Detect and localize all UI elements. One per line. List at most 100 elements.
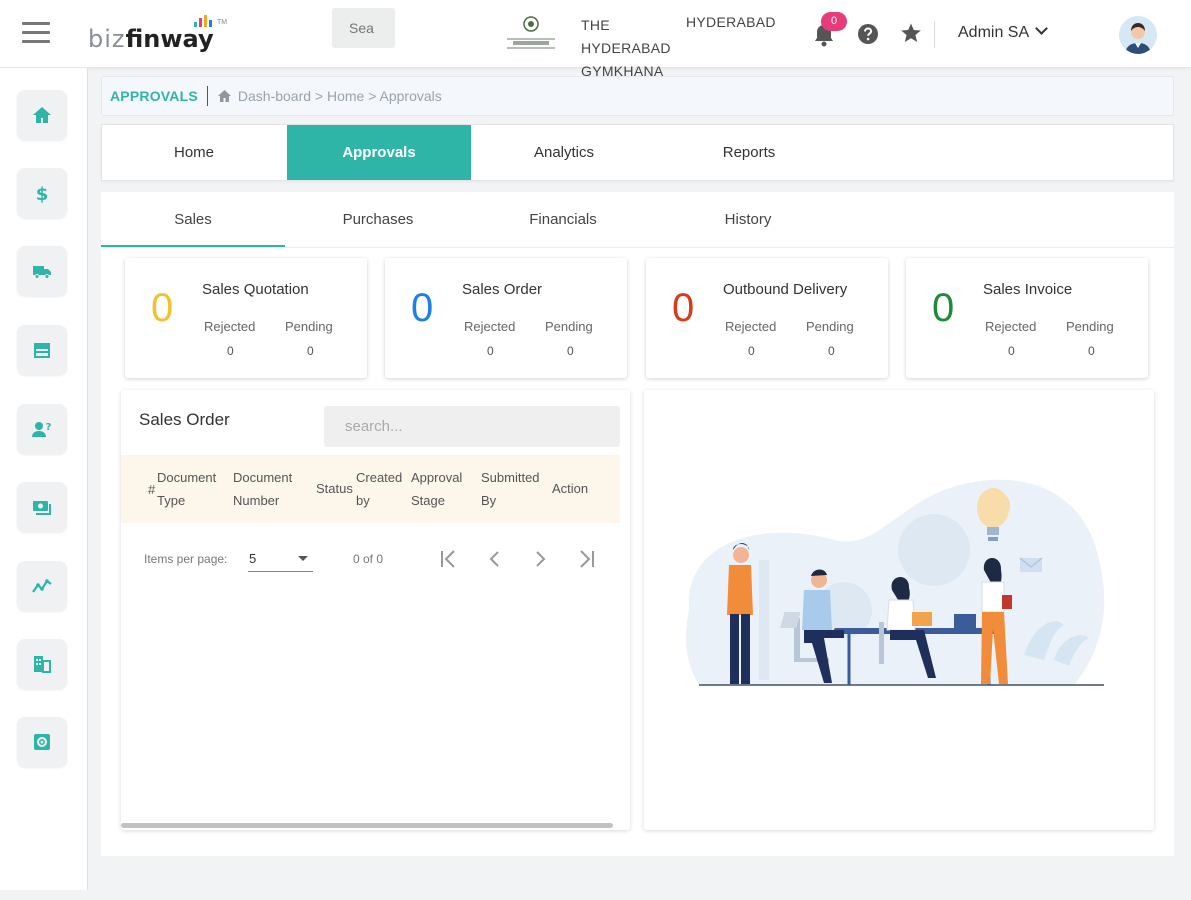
sidebar-item-company[interactable] — [17, 639, 67, 689]
pending-count: 0 — [828, 344, 835, 358]
previous-page-icon[interactable] — [482, 546, 508, 572]
svg-text:?: ? — [46, 422, 52, 433]
header-divider — [934, 21, 935, 48]
user-menu[interactable]: Admin SA — [958, 22, 1049, 42]
column-header-status[interactable]: Status — [316, 477, 353, 500]
club-name-line2: HYDERABAD — [581, 40, 671, 56]
card-count: 0 — [932, 286, 955, 330]
column-header-line2: Stage — [411, 493, 445, 508]
svg-text:$: $ — [36, 184, 49, 204]
tab-history[interactable]: History — [656, 192, 840, 247]
sidebar-item-delivery[interactable] — [17, 246, 67, 296]
items-per-page-label: Items per page: — [144, 552, 228, 566]
tab-reports[interactable]: Reports — [657, 125, 841, 180]
column-header-number[interactable]: # — [148, 478, 155, 501]
card-sales-invoice[interactable]: 0 Sales Invoice Rejected Pending 0 0 — [906, 258, 1148, 378]
sidebar: $ ? — [0, 68, 88, 890]
column-header-submitted-by[interactable]: Submitted By — [481, 466, 540, 512]
breadcrumb: APPROVALS Dash-board > Home > Approvals — [101, 76, 1174, 116]
paginator: Items per page: 5 0 of 0 — [121, 540, 630, 580]
global-search-input[interactable] — [332, 8, 395, 48]
home-icon — [33, 107, 51, 123]
table-header: # Document Type Document Number Status Cre… — [121, 455, 620, 523]
user-name: Admin SA — [958, 24, 1030, 41]
dollar-icon: $ — [36, 184, 49, 204]
sales-order-search-input[interactable] — [324, 406, 620, 447]
building-icon — [34, 656, 51, 673]
sidebar-item-users[interactable]: ? — [17, 404, 67, 454]
user-question-icon: ? — [32, 422, 52, 437]
card-title: Outbound Delivery — [723, 281, 848, 298]
tab-home[interactable]: Home — [102, 125, 286, 180]
next-page-icon[interactable] — [527, 546, 553, 572]
sidebar-item-home[interactable] — [17, 90, 67, 140]
club-city: HYDERABAD — [686, 14, 776, 30]
menu-icon[interactable] — [22, 22, 50, 44]
card-sales-quotation[interactable]: 0 Sales Quotation Rejected Pending 0 0 — [125, 258, 367, 378]
notification-badge: 0 — [821, 12, 847, 31]
rejected-count: 0 — [748, 344, 755, 358]
tab-sales[interactable]: Sales — [101, 192, 285, 247]
settings-icon — [34, 734, 50, 750]
home-icon[interactable] — [217, 89, 232, 103]
column-header-approval-stage[interactable]: Approval Stage — [411, 466, 462, 512]
card-count: 0 — [151, 286, 174, 330]
sidebar-item-analytics[interactable] — [17, 561, 67, 611]
card-title: Sales Quotation — [202, 281, 309, 298]
column-header-line2: by — [356, 493, 370, 508]
column-header-line1: Document — [157, 470, 217, 485]
breadcrumb-path[interactable]: Dash-board > Home > Approvals — [238, 88, 442, 104]
logo-bars-icon — [194, 15, 212, 27]
items-per-page-select[interactable]: 5 — [248, 548, 313, 572]
star-icon[interactable] — [900, 22, 922, 44]
rejected-label: Rejected — [204, 319, 256, 334]
main-tabs: Home Approvals Analytics Reports — [101, 124, 1174, 181]
last-page-icon[interactable] — [573, 546, 599, 572]
sidebar-item-store[interactable] — [17, 325, 67, 375]
rejected-label: Rejected — [725, 319, 777, 334]
panel-title: Sales Order — [139, 410, 230, 429]
pending-label: Pending — [545, 319, 593, 334]
sales-order-panel: Sales Order # Document Type Document Numbe… — [121, 390, 630, 830]
card-sales-order[interactable]: 0 Sales Order Rejected Pending 0 0 — [385, 258, 627, 378]
first-page-icon[interactable] — [436, 546, 462, 572]
rejected-count: 0 — [1008, 344, 1015, 358]
column-header-document-number[interactable]: Document Number — [233, 466, 292, 512]
sidebar-item-cash[interactable] — [17, 482, 67, 532]
pending-count: 0 — [1088, 344, 1095, 358]
app-logo[interactable]: biz finway TM — [88, 15, 227, 53]
tab-approvals[interactable]: Approvals — [287, 125, 471, 180]
card-count: 0 — [672, 286, 695, 330]
club-name-line1: THE — [581, 17, 610, 33]
column-header-line2: Type — [157, 493, 186, 508]
column-header-line1: Submitted — [481, 470, 540, 485]
column-header-line2: By — [481, 493, 497, 508]
column-header-line1: Approval — [411, 470, 463, 485]
user-avatar-icon — [1119, 16, 1157, 54]
help-icon[interactable] — [857, 23, 879, 45]
column-header-action[interactable]: Action — [552, 477, 588, 500]
avatar[interactable] — [1119, 16, 1157, 54]
sidebar-item-settings[interactable] — [17, 717, 67, 767]
rejected-count: 0 — [227, 344, 234, 358]
pending-label: Pending — [1066, 319, 1114, 334]
tab-purchases[interactable]: Purchases — [286, 192, 470, 247]
top-bar: bizfinway TM THE HYDERABAD GYMKHANA HYDE… — [0, 0, 1191, 79]
column-header-created-by[interactable]: Created by — [356, 466, 402, 512]
horizontal-scrollbar[interactable] — [121, 823, 613, 828]
rejected-label: Rejected — [464, 319, 516, 334]
analytics-icon — [32, 579, 52, 593]
store-icon — [34, 343, 50, 358]
rejected-count: 0 — [487, 344, 494, 358]
sub-tabs: Sales Purchases Financials History — [101, 192, 1174, 248]
club-name: THE HYDERABAD GYMKHANA — [581, 14, 671, 83]
sidebar-item-finance[interactable]: $ — [17, 168, 67, 218]
illustration-panel — [644, 390, 1154, 830]
column-header-document-type[interactable]: Document Type — [157, 466, 216, 512]
tab-financials[interactable]: Financials — [471, 192, 655, 247]
tab-analytics[interactable]: Analytics — [472, 125, 656, 180]
chevron-down-icon — [1035, 22, 1049, 35]
card-outbound-delivery[interactable]: 0 Outbound Delivery Rejected Pending 0 0 — [646, 258, 888, 378]
card-title: Sales Order — [462, 281, 543, 298]
logo-trademark: TM — [217, 19, 228, 26]
